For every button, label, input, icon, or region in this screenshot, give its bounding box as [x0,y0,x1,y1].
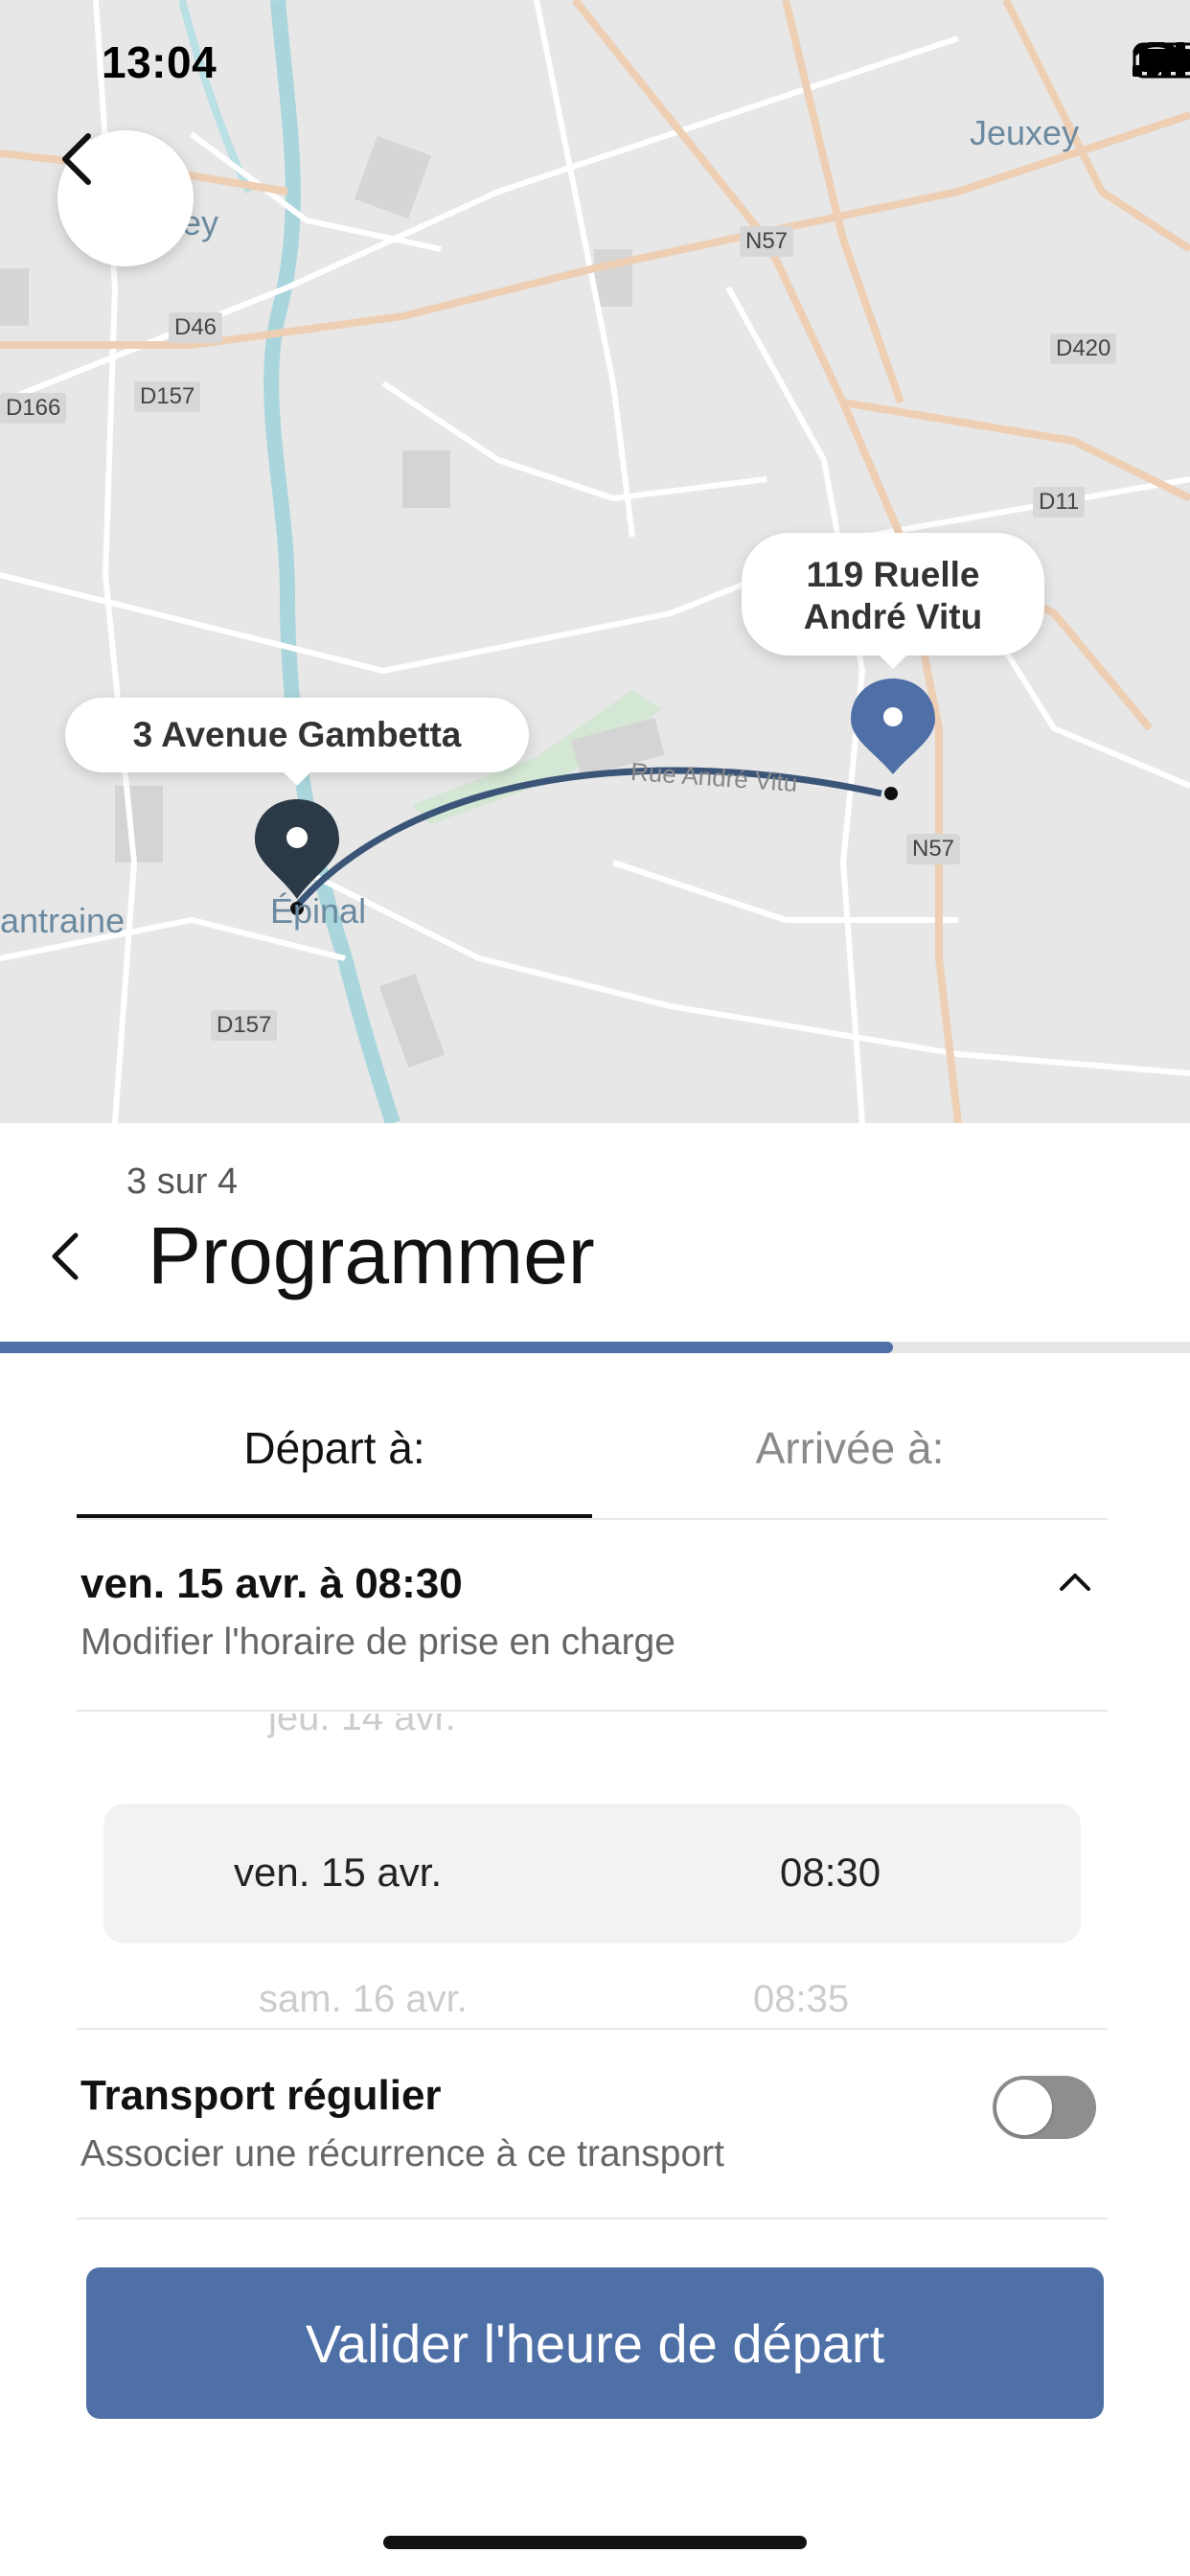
road-n57-bottom: N57 [906,834,961,864]
picker-next-date[interactable]: sam. 16 avr. [259,1978,468,2021]
road-d166: D166 [0,393,67,424]
road-d157-bottom: D157 [211,1010,278,1041]
place-jeuxey: Jeuxey [970,113,1080,152]
road-d46: D46 [169,312,223,343]
back-button[interactable] [38,1218,92,1295]
divider [77,2218,1108,2220]
picker-selected-time: 08:30 [780,1850,881,1895]
picker-selected-row[interactable]: ven. 15 avr. 08:30 [103,1804,1081,1944]
tab-bar: Départ à: Arrivée à: [77,1409,1108,1520]
map-back-button[interactable] [57,130,194,266]
destination-label-line1: 119 Ruelle [806,555,980,594]
header-row: Programmer [38,1209,595,1302]
recurrence-toggle[interactable] [993,2076,1096,2139]
picker-selected-date: ven. 15 avr. [234,1850,443,1895]
road-n57-top: N57 [740,226,794,257]
chevron-up-icon[interactable] [1056,1570,1094,1599]
destination-label-line2: André Vitu [803,597,983,636]
picker-prev-date[interactable]: jeu. 14 avr. [268,1714,456,1739]
schedule-subtitle: Modifier l'horaire de prise en charge [80,1622,675,1663]
origin-label-text: 3 Avenue Gambetta [132,715,462,754]
road-d420: D420 [1050,334,1117,364]
page-title: Programmer [148,1210,595,1300]
destination-label[interactable]: 119 Ruelle André Vitu [742,533,1044,669]
divider [77,1710,1108,1712]
step-indicator: 3 sur 4 [126,1162,239,1202]
battery-icon [1133,42,1190,79]
schedule-header[interactable]: ven. 15 avr. à 08:30 Modifier l'horaire … [80,1560,1108,1664]
confirm-departure-button[interactable]: Valider l'heure de départ [86,2267,1104,2419]
road-d11: D11 [1033,487,1086,518]
tab-arrival[interactable]: Arrivée à: [592,1409,1108,1518]
tab-departure[interactable]: Départ à: [77,1409,592,1518]
recurrence-subtitle: Associer une récurrence à ce transport [80,2133,724,2174]
toggle-knob [996,2080,1052,2135]
home-indicator[interactable] [383,2536,807,2549]
origin-label[interactable]: 3 Avenue Gambetta [65,698,529,786]
picker-next-time[interactable]: 08:35 [753,1978,849,2021]
road-d157-top: D157 [134,381,201,412]
progress-bar [0,1342,1190,1353]
map-view[interactable]: Jeuxey ey Épinal antraine Rue André Vitu… [0,0,1190,1123]
place-chantraine: antraine [0,901,126,940]
recurrence-title: Transport régulier [80,2072,442,2119]
recurrence-section: Transport régulier Associer une récurren… [80,2072,1108,2175]
progress-fill [0,1342,893,1353]
status-time: 13:04 [102,37,217,87]
chevron-left-icon [52,1232,79,1279]
divider [77,2028,1108,2030]
selected-datetime: ven. 15 avr. à 08:30 [80,1560,463,1607]
chevron-left-icon [62,133,91,185]
